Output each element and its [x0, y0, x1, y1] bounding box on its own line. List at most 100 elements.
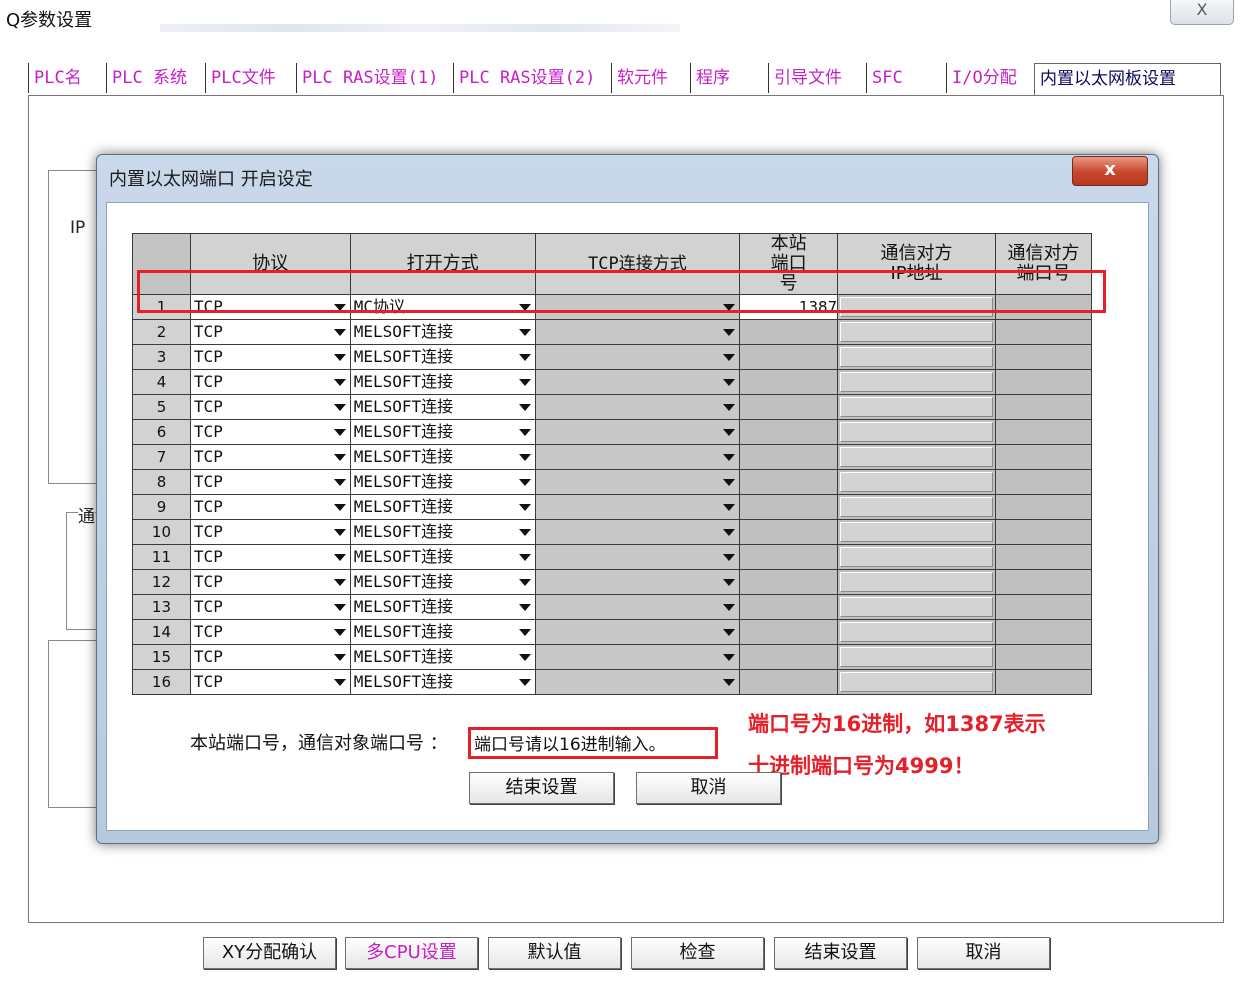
open-method-select[interactable]: MELSOFT连接 [349, 669, 536, 695]
dropdown-arrow-icon[interactable] [333, 654, 346, 661]
dropdown-arrow-icon[interactable] [333, 679, 346, 686]
dropdown-arrow-icon[interactable] [723, 554, 736, 561]
dropdown-arrow-icon[interactable] [723, 529, 736, 536]
tcp-mode-select[interactable] [534, 519, 741, 545]
dropdown-arrow-icon[interactable] [518, 604, 531, 611]
tcp-mode-select[interactable] [534, 344, 741, 370]
dropdown-arrow-icon[interactable] [518, 504, 531, 511]
dropdown-arrow-icon[interactable] [723, 329, 736, 336]
open-method-select[interactable]: MELSOFT连接 [349, 419, 536, 445]
dropdown-arrow-icon[interactable] [518, 529, 531, 536]
open-method-select[interactable]: MELSOFT连接 [349, 444, 536, 470]
protocol-select[interactable]: TCP [189, 319, 351, 345]
dropdown-arrow-icon[interactable] [518, 404, 531, 411]
dropdown-arrow-icon[interactable] [518, 479, 531, 486]
tcp-mode-select[interactable] [534, 319, 741, 345]
dropdown-arrow-icon[interactable] [518, 679, 531, 686]
dropdown-arrow-icon[interactable] [723, 579, 736, 586]
protocol-select[interactable]: TCP [189, 394, 351, 420]
protocol-select[interactable]: TCP [189, 369, 351, 395]
dropdown-arrow-icon[interactable] [723, 679, 736, 686]
dropdown-arrow-icon[interactable] [518, 329, 531, 336]
dropdown-arrow-icon[interactable] [723, 379, 736, 386]
dropdown-arrow-icon[interactable] [723, 504, 736, 511]
dropdown-arrow-icon[interactable] [518, 379, 531, 386]
cancel-button[interactable]: 取消 [917, 937, 1050, 969]
tab-plc-file[interactable]: PLC文件 [205, 63, 276, 93]
open-method-select[interactable]: MELSOFT连接 [349, 319, 536, 345]
tab-sfc[interactable]: SFC [866, 63, 903, 93]
protocol-select[interactable]: TCP [189, 469, 351, 495]
tcp-mode-select[interactable] [534, 644, 741, 670]
tab-plc-ras-1[interactable]: PLC RAS设置(1) [296, 63, 438, 93]
multi-cpu-button[interactable]: 多CPU设置 [345, 937, 478, 969]
dropdown-arrow-icon[interactable] [333, 554, 346, 561]
protocol-select[interactable]: TCP [189, 419, 351, 445]
protocol-select[interactable]: TCP [189, 519, 351, 545]
protocol-select[interactable]: TCP [189, 644, 351, 670]
xy-assignment-button[interactable]: XY分配确认 [203, 937, 336, 969]
tcp-mode-select[interactable] [534, 619, 741, 645]
dropdown-arrow-icon[interactable] [333, 529, 346, 536]
dropdown-arrow-icon[interactable] [333, 429, 346, 436]
dropdown-arrow-icon[interactable] [333, 329, 346, 336]
dropdown-arrow-icon[interactable] [723, 629, 736, 636]
dropdown-arrow-icon[interactable] [518, 579, 531, 586]
tcp-mode-select[interactable] [534, 394, 741, 420]
tab-io-assignment[interactable]: I/O分配 [946, 63, 1017, 93]
open-method-select[interactable]: MELSOFT连接 [349, 394, 536, 420]
open-method-select[interactable]: MELSOFT连接 [349, 544, 536, 570]
open-method-select[interactable]: MELSOFT连接 [349, 494, 536, 520]
dropdown-arrow-icon[interactable] [723, 454, 736, 461]
default-button[interactable]: 默认值 [488, 937, 621, 969]
open-method-select[interactable]: MELSOFT连接 [349, 644, 536, 670]
dropdown-arrow-icon[interactable] [333, 629, 346, 636]
check-button[interactable]: 检查 [631, 937, 764, 969]
dropdown-arrow-icon[interactable] [333, 404, 346, 411]
protocol-select[interactable]: TCP [189, 569, 351, 595]
dropdown-arrow-icon[interactable] [723, 654, 736, 661]
open-method-select[interactable]: MELSOFT连接 [349, 569, 536, 595]
dropdown-arrow-icon[interactable] [333, 579, 346, 586]
protocol-select[interactable]: TCP [189, 544, 351, 570]
dropdown-arrow-icon[interactable] [333, 379, 346, 386]
tab-plc-name[interactable]: PLC名 [28, 63, 82, 93]
dropdown-arrow-icon[interactable] [333, 604, 346, 611]
dropdown-arrow-icon[interactable] [333, 354, 346, 361]
tcp-mode-select[interactable] [534, 669, 741, 695]
protocol-select[interactable]: TCP [189, 444, 351, 470]
tcp-mode-select[interactable] [534, 469, 741, 495]
dropdown-arrow-icon[interactable] [333, 479, 346, 486]
window-close-button[interactable]: X [1170, 0, 1234, 25]
protocol-select[interactable]: TCP [189, 594, 351, 620]
tcp-mode-select[interactable] [534, 544, 741, 570]
protocol-select[interactable]: TCP [189, 619, 351, 645]
dropdown-arrow-icon[interactable] [518, 654, 531, 661]
dialog-cancel-button[interactable]: 取消 [636, 772, 781, 804]
protocol-select[interactable]: TCP [189, 494, 351, 520]
tcp-mode-select[interactable] [534, 569, 741, 595]
dropdown-arrow-icon[interactable] [723, 404, 736, 411]
tcp-mode-select[interactable] [534, 594, 741, 620]
tab-boot-file[interactable]: 引导文件 [768, 63, 842, 93]
finish-settings-button[interactable]: 结束设置 [774, 937, 907, 969]
tcp-mode-select[interactable] [534, 494, 741, 520]
dialog-finish-button[interactable]: 结束设置 [469, 772, 614, 804]
tab-plc-ras-2[interactable]: PLC RAS设置(2) [453, 63, 595, 93]
dropdown-arrow-icon[interactable] [723, 429, 736, 436]
tab-device[interactable]: 软元件 [611, 63, 668, 93]
dropdown-arrow-icon[interactable] [333, 504, 346, 511]
open-method-select[interactable]: MELSOFT连接 [349, 619, 536, 645]
open-method-select[interactable]: MELSOFT连接 [349, 519, 536, 545]
protocol-select[interactable]: TCP [189, 344, 351, 370]
dropdown-arrow-icon[interactable] [518, 454, 531, 461]
tcp-mode-select[interactable] [534, 419, 741, 445]
dialog-close-button[interactable]: x [1072, 156, 1148, 186]
tab-program[interactable]: 程序 [690, 63, 730, 93]
dropdown-arrow-icon[interactable] [518, 629, 531, 636]
dropdown-arrow-icon[interactable] [518, 554, 531, 561]
dropdown-arrow-icon[interactable] [723, 604, 736, 611]
dropdown-arrow-icon[interactable] [518, 354, 531, 361]
open-method-select[interactable]: MELSOFT连接 [349, 469, 536, 495]
dropdown-arrow-icon[interactable] [518, 429, 531, 436]
